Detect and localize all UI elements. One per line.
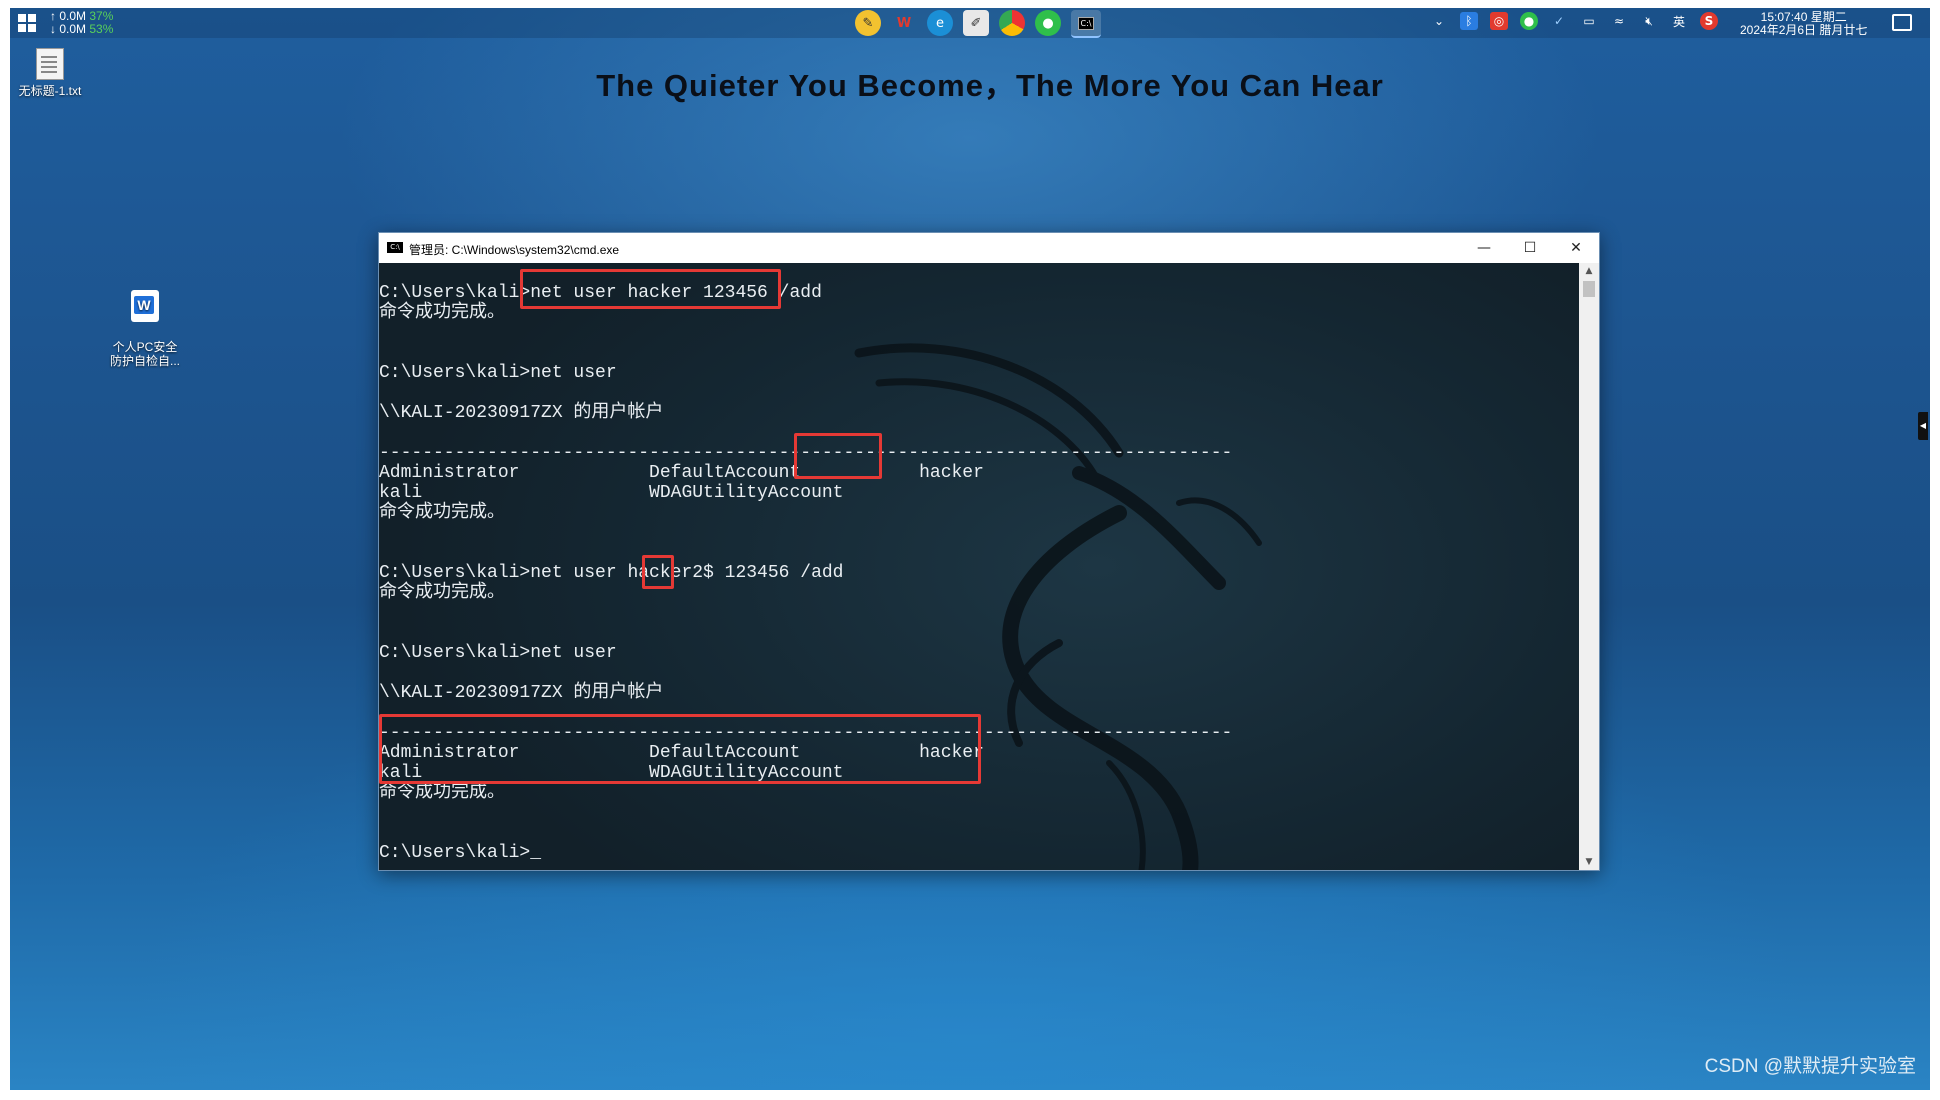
console-output[interactable]: C:\Users\kali>net user hacker 123456 /ad…	[379, 263, 1579, 870]
net-down-speed: ↓ 0.0M	[50, 22, 87, 36]
net-up-percent: 37%	[89, 9, 114, 23]
title-bar[interactable]: C:\ 管理员: C:\Windows\system32\cmd.exe — ☐…	[379, 233, 1599, 263]
desktop-icon-txt-file[interactable]: 无标题-1.txt	[10, 48, 90, 98]
chrome-icon[interactable]	[999, 10, 1025, 36]
system-tray: ⌄ ᛒ ◎ ● ✓ ▭ ≈ 🔇︎ 英 S	[1430, 12, 1718, 30]
battery-icon[interactable]: ▭	[1580, 12, 1598, 30]
clock-date: 2024年2月6日 腊月廿七	[1740, 23, 1868, 37]
cmd-window[interactable]: C:\ 管理员: C:\Windows\system32\cmd.exe — ☐…	[378, 232, 1600, 871]
pinned-apps: ✎ W e ✐ ● C:\	[855, 10, 1101, 38]
bluetooth-icon[interactable]: ᛒ	[1460, 12, 1478, 30]
text-file-icon	[36, 48, 64, 80]
window-title: 管理员: C:\Windows\system32\cmd.exe	[409, 243, 620, 257]
ime-indicator[interactable]: 英	[1670, 12, 1688, 30]
close-button[interactable]: ✕	[1553, 233, 1599, 263]
net-down-percent: 53%	[89, 22, 114, 36]
desktop-icon-word-doc[interactable]: W 个人PC安全 防护自检自...	[100, 276, 190, 382]
cmd-icon[interactable]: C:\	[1071, 10, 1101, 38]
windows-start-icon[interactable]	[18, 14, 36, 32]
scroll-up-icon[interactable]: ▲	[1579, 263, 1599, 279]
network-monitor: ↑ 0.0M 37% ↓ 0.0M 53%	[50, 10, 113, 36]
scroll-down-icon[interactable]: ▼	[1579, 854, 1599, 870]
side-panel-handle[interactable]: ◀	[1918, 412, 1928, 440]
security-icon[interactable]: ◎	[1490, 12, 1508, 30]
taskbar: ↑ 0.0M 37% ↓ 0.0M 53% ✎ W e ✐ ● C:\ ⌄ ᛒ …	[10, 8, 1930, 38]
word-document-icon: W	[131, 290, 159, 322]
minimize-button[interactable]: —	[1461, 233, 1507, 263]
csdn-watermark: CSDN @默默提升实验室	[1704, 1056, 1916, 1077]
highlight-box-dollar-sign	[642, 555, 674, 589]
net-up-speed: ↑ 0.0M	[50, 9, 87, 23]
notification-icon[interactable]	[1892, 14, 1912, 31]
taskbar-clock[interactable]: 15:07:40 星期二 2024年2月6日 腊月廿七	[1740, 11, 1867, 37]
notes-app-icon[interactable]: ✎	[855, 10, 881, 36]
chevron-up-icon[interactable]: ⌄	[1430, 12, 1448, 30]
maximize-button[interactable]: ☐	[1507, 233, 1553, 263]
cmd-window-icon: C:\	[387, 242, 403, 253]
wps-icon[interactable]: W	[891, 10, 917, 36]
highlight-box-add-hacker	[520, 269, 781, 309]
wechat-tray-icon[interactable]: ●	[1520, 12, 1538, 30]
wifi-icon[interactable]: ≈	[1610, 12, 1628, 30]
desktop: ↑ 0.0M 37% ↓ 0.0M 53% ✎ W e ✐ ● C:\ ⌄ ᛒ …	[10, 8, 1930, 1090]
desktop-icon-label: 无标题-1.txt	[18, 84, 82, 98]
sogou-icon[interactable]: S	[1700, 12, 1718, 30]
scrollbar-thumb[interactable]	[1583, 281, 1595, 297]
desktop-icon-label: 个人PC安全 防护自检自...	[109, 340, 180, 368]
editor-icon[interactable]: ✐	[963, 10, 989, 36]
highlight-box-user-list	[379, 714, 981, 784]
wechat-icon[interactable]: ●	[1035, 10, 1061, 36]
edge-icon[interactable]: e	[927, 10, 953, 36]
volume-muted-icon[interactable]: 🔇︎	[1640, 12, 1658, 30]
wallpaper-headline: The Quieter You Become，The More You Can …	[596, 68, 1384, 103]
highlight-box-hacker-user	[794, 433, 882, 479]
vertical-scrollbar[interactable]: ▲ ▼	[1579, 263, 1599, 870]
task-check-icon[interactable]: ✓	[1550, 12, 1568, 30]
